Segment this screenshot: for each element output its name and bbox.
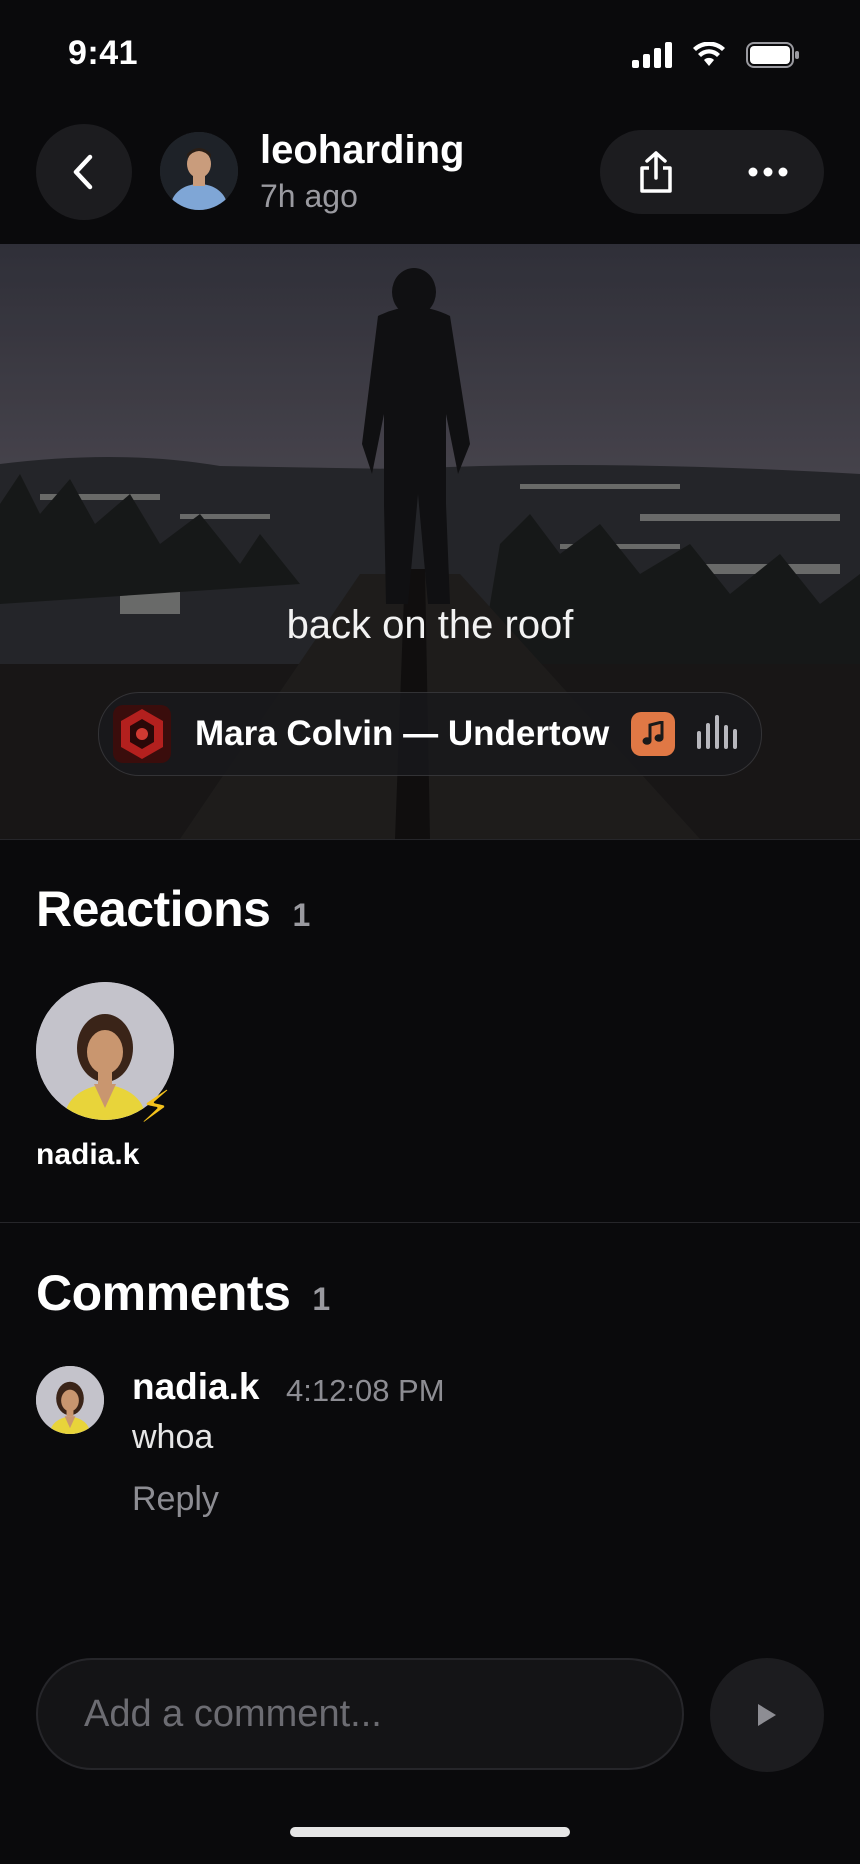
comment-text: whoa bbox=[132, 1418, 214, 1456]
status-icons bbox=[632, 42, 800, 68]
reactions-count: 1 bbox=[292, 897, 311, 933]
comment-input[interactable]: Add a comment... bbox=[36, 1658, 684, 1770]
divider bbox=[0, 839, 860, 840]
battery-icon bbox=[746, 42, 799, 68]
track-title: Mara Colvin — Undertow bbox=[195, 714, 610, 753]
back-button[interactable] bbox=[36, 124, 132, 220]
comment-avatar-image bbox=[36, 1366, 104, 1434]
author-avatar-image bbox=[160, 132, 238, 210]
reactions-title: Reactions bbox=[36, 881, 271, 937]
comment-timestamp: 4:12:08 PM bbox=[286, 1373, 445, 1408]
author-username[interactable]: leoharding bbox=[260, 128, 464, 173]
post-caption: back on the roof bbox=[286, 603, 574, 647]
share-button[interactable] bbox=[616, 132, 696, 212]
reactions-header: Reactions 1 bbox=[36, 880, 310, 938]
music-app-badge bbox=[631, 712, 676, 756]
audio-waveform-icon bbox=[697, 714, 738, 749]
music-attachment[interactable]: Mara Colvin — Undertow bbox=[98, 692, 762, 776]
ellipsis-icon bbox=[748, 167, 788, 177]
status-time: 9:41 bbox=[68, 34, 139, 72]
post-time: 7h ago bbox=[260, 178, 358, 214]
comments-title: Comments bbox=[36, 1265, 291, 1321]
album-cover bbox=[113, 705, 171, 763]
reaction-username[interactable]: nadia.k bbox=[36, 1138, 139, 1172]
comments-header: Comments 1 bbox=[36, 1264, 330, 1322]
comment-avatar[interactable] bbox=[36, 1366, 104, 1434]
share-icon bbox=[640, 151, 672, 193]
more-options-button[interactable] bbox=[728, 132, 808, 212]
cellular-signal-icon bbox=[632, 42, 672, 68]
reaction-emoji: ⚡ bbox=[140, 1083, 171, 1132]
album-art-image bbox=[113, 705, 171, 763]
send-icon bbox=[758, 1704, 776, 1726]
reply-button[interactable]: Reply bbox=[132, 1480, 219, 1519]
divider bbox=[0, 1222, 860, 1223]
music-note-icon bbox=[642, 721, 664, 745]
chevron-left-icon bbox=[73, 154, 93, 190]
header-actions bbox=[600, 130, 824, 214]
wifi-icon bbox=[693, 42, 725, 66]
send-button[interactable] bbox=[710, 1658, 824, 1772]
comment-username[interactable]: nadia.k bbox=[132, 1366, 260, 1408]
comments-count: 1 bbox=[312, 1281, 331, 1317]
author-avatar[interactable] bbox=[160, 132, 238, 210]
home-indicator[interactable] bbox=[290, 1827, 570, 1837]
